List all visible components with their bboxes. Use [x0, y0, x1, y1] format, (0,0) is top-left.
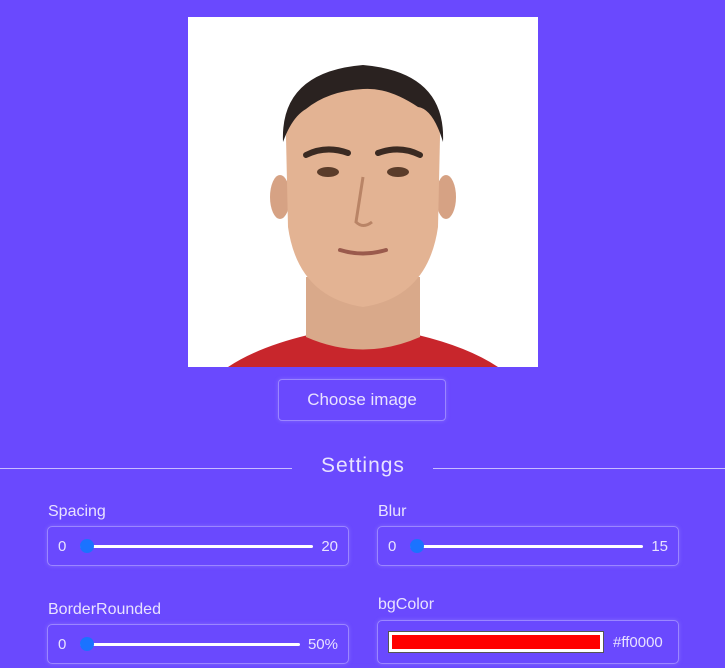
bg-color-hex-value: #ff0000: [613, 633, 663, 651]
bg-color-field: #ff0000: [377, 620, 679, 664]
blur-slider[interactable]: [410, 538, 644, 554]
spacing-min-label: 0: [58, 537, 67, 555]
spacing-slider-field: 0 20: [47, 526, 349, 566]
spacing-slider-track: [80, 545, 314, 548]
border-rounded-label: BorderRounded: [48, 601, 161, 618]
uploaded-photo: [188, 17, 538, 367]
spacing-slider-thumb[interactable]: [80, 539, 94, 553]
border-rounded-slider-field: 0 50%: [47, 624, 349, 664]
portrait-illustration: [188, 17, 538, 367]
border-rounded-slider-track: [80, 643, 300, 646]
blur-max-label: 15: [651, 537, 668, 555]
spacing-label: Spacing: [48, 503, 106, 520]
settings-title: Settings: [321, 454, 405, 477]
spacing-max-label: 20: [321, 537, 338, 555]
border-rounded-min-label: 0: [58, 635, 67, 653]
border-rounded-max-label: 50%: [307, 635, 338, 653]
bg-color-label: bgColor: [378, 596, 435, 613]
blur-min-label: 0: [388, 537, 397, 555]
blur-slider-thumb[interactable]: [410, 539, 424, 553]
settings-divider-right: [433, 468, 725, 469]
border-rounded-slider[interactable]: [80, 636, 300, 652]
choose-image-button[interactable]: Choose image: [278, 379, 446, 421]
blur-slider-field: 0 15: [377, 526, 679, 566]
settings-divider-left: [0, 468, 292, 469]
blur-slider-track: [410, 545, 644, 548]
spacing-slider[interactable]: [80, 538, 314, 554]
border-rounded-slider-thumb[interactable]: [80, 637, 94, 651]
blur-label: Blur: [378, 503, 407, 520]
bg-color-swatch[interactable]: [388, 631, 604, 653]
